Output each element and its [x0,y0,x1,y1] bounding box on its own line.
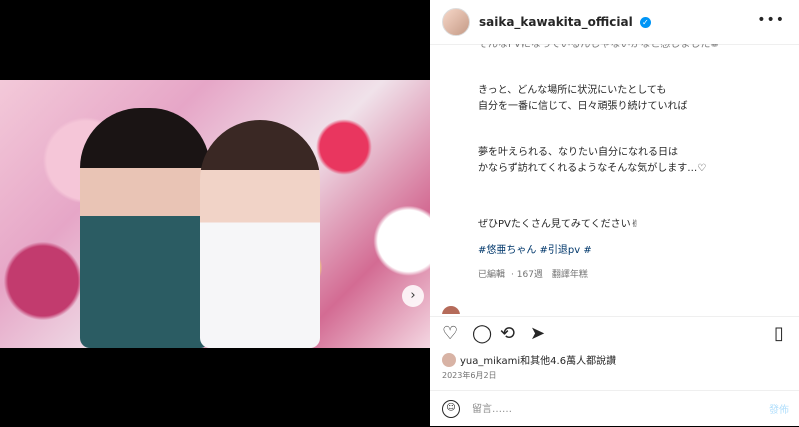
comment-icon[interactable]: ◯ [472,323,492,344]
send-icon[interactable]: ➤ [530,323,545,344]
caption-line-cut: そんなPVになっているんじゃないかなと感じました❁ [478,44,719,50]
username-text[interactable]: saika_kawakita_official [479,15,633,29]
post-comment-button[interactable]: 發佈 [769,401,789,416]
caption-meta: 已編輯 · 167週 翻譯年糕 [478,270,588,280]
repost-icon[interactable]: ⟲ [500,323,515,344]
heart-icon[interactable]: ♡ [442,323,458,344]
username[interactable]: saika_kawakita_official ✓ [479,15,651,29]
hashtags[interactable]: #悠亜ちゃん #引退pv # [478,243,778,259]
comment-bar: ☺ 發佈 [430,390,799,427]
caption-line: ぜひPVたくさん見てみてください✌ [478,219,639,230]
caption-line: きっと、どんな場所に状況にいたとしても [478,85,667,96]
more-options-icon[interactable]: ••• [757,12,785,28]
post-header: saika_kawakita_official ✓ ••• [430,0,799,45]
liker-avatar [442,352,456,367]
verified-badge-icon: ✓ [639,17,651,28]
caption-line: 夢を叶えられる、なりたい自分になれる日は [478,147,678,158]
person-left [80,108,210,348]
media-pane: › 👤 [0,0,430,426]
bookmark-icon[interactable]: ▯ [774,323,784,344]
caption-line: かならず訪れてくれるようなそんな気がします…♡ [478,163,707,174]
post-photo[interactable]: › 👤 [0,80,430,348]
translate-link[interactable]: 翻譯年糕 [552,270,588,280]
caption: そんなPVになっているんじゃないかなと感じました❁ きっと、どんな場所に状況にい… [478,44,778,292]
caption-line: 自分を一番に信じて、日々頑張り続けていれば [478,101,688,112]
post-date: 2023年6月2日 [442,371,497,380]
comment-peek [442,306,782,314]
likes-summary[interactable]: yua_mikami和其他4.6萬人都說讚 [442,352,616,367]
avatar[interactable] [442,8,470,36]
commenter-avatar[interactable] [442,306,460,314]
comment-input[interactable] [470,399,754,419]
emoji-icon[interactable]: ☺ [442,400,460,418]
time-label: 167週 [516,270,543,280]
carousel-next-button[interactable]: › [402,285,424,307]
action-bar: ♡ ◯ ⟲ ➤ ▯ [430,316,799,351]
post-detail-pane: saika_kawakita_official ✓ ••• そんなPVになってい… [430,0,799,426]
person-right [200,120,320,348]
edited-label: 已編輯 [478,270,506,280]
likes-text[interactable]: yua_mikami和其他4.6萬人都說讚 [460,352,616,367]
